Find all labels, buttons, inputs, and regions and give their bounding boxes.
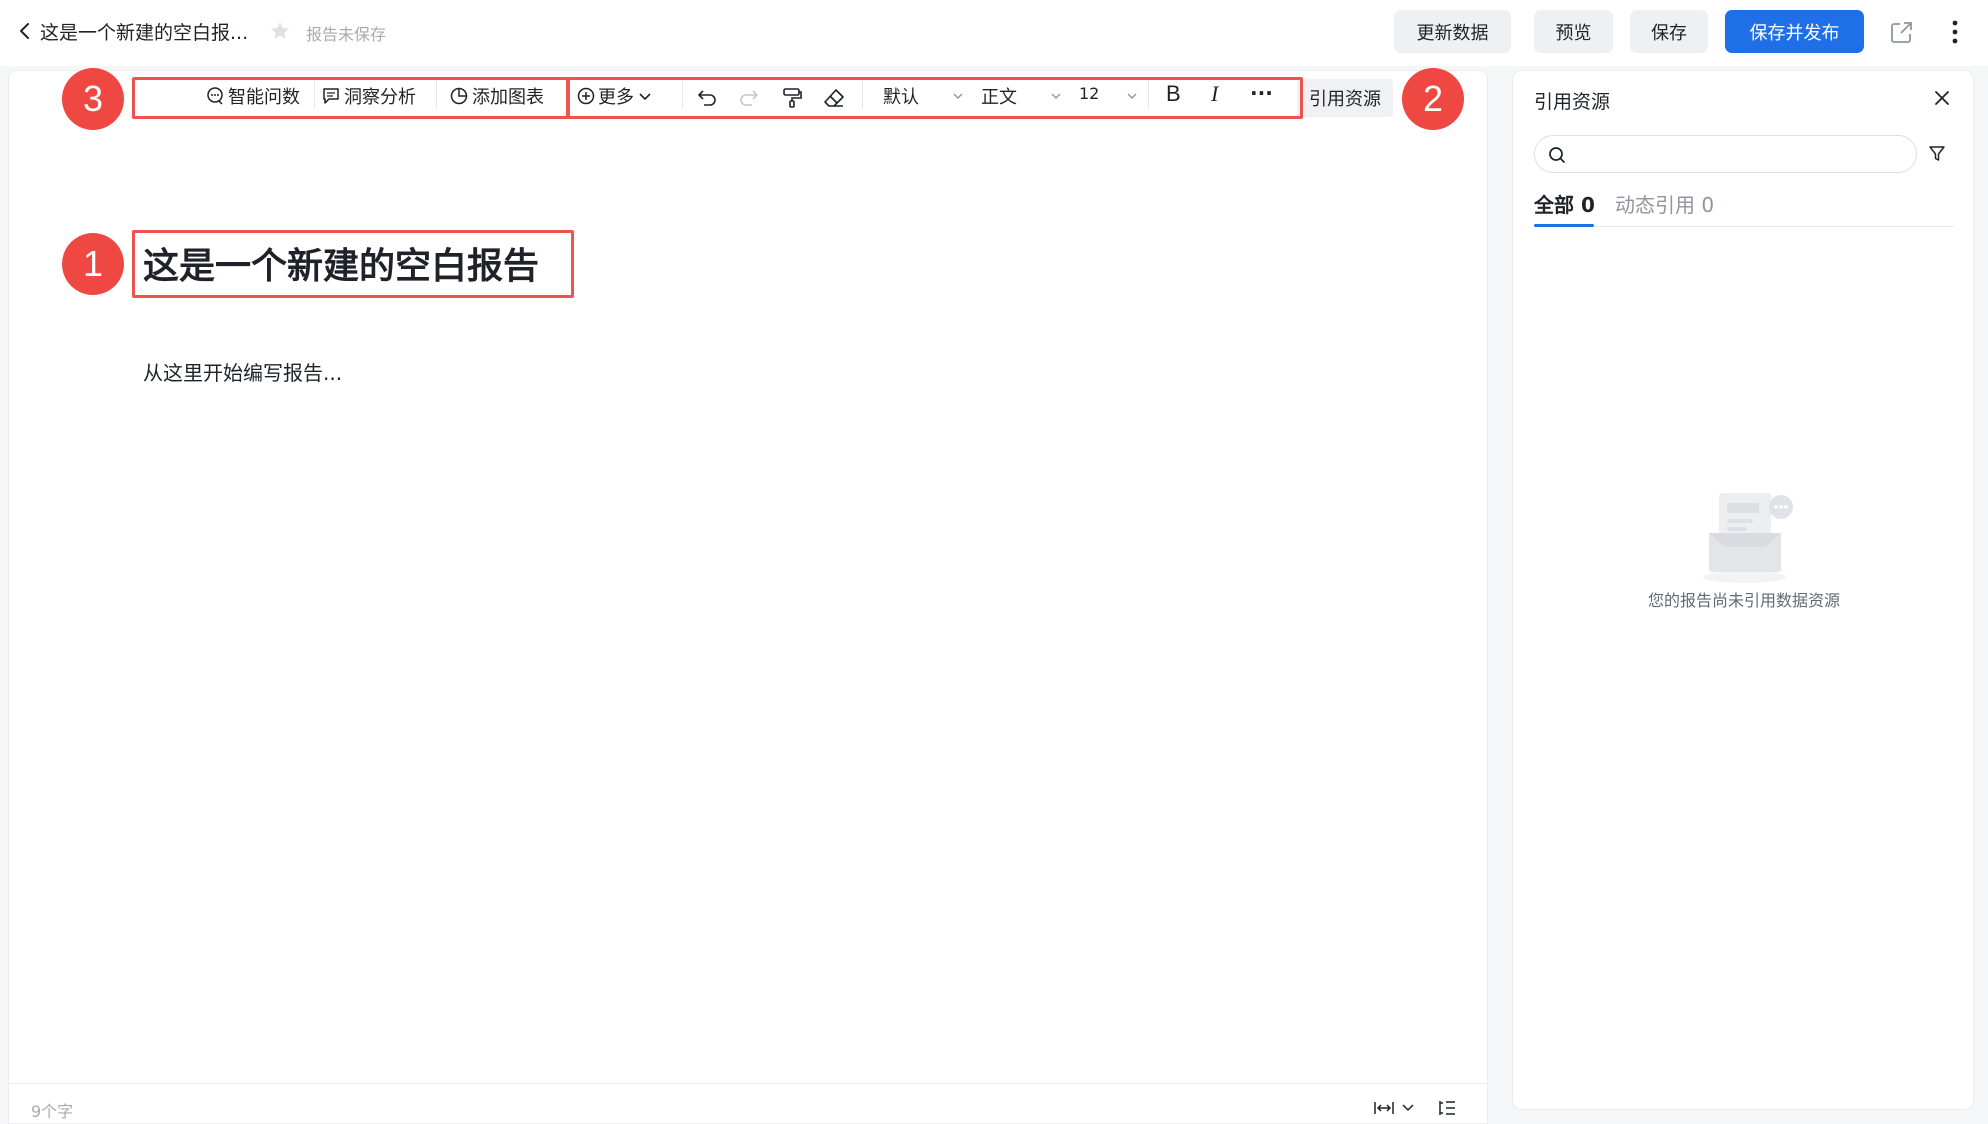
annotation-badge-1: 1 [62, 233, 124, 295]
more-vertical-icon[interactable] [1946, 18, 1964, 46]
top-bar: 这是一个新建的空白报... 报告未保存 更新数据 预览 保存 保存并发布 [0, 0, 1988, 66]
search-box [1534, 135, 1917, 173]
active-tab-indicator [1534, 224, 1594, 227]
preview-button[interactable]: 预览 [1534, 10, 1613, 53]
empty-box-illustration [1703, 493, 1793, 583]
report-title[interactable]: 这是一个新建的空白报告 [143, 237, 539, 289]
tab-all[interactable]: 全部 0 [1534, 189, 1595, 218]
save-publish-button[interactable]: 保存并发布 [1725, 10, 1864, 53]
fit-width-icon[interactable] [1373, 1098, 1419, 1118]
annotation-box-3 [132, 77, 569, 119]
reference-resource-button[interactable]: 引用资源 [1297, 79, 1393, 117]
refresh-data-button[interactable]: 更新数据 [1394, 10, 1511, 53]
search-input[interactable] [1577, 142, 1907, 168]
doc-title[interactable]: 这是一个新建的空白报... [40, 18, 248, 45]
word-count: 9个字 [31, 1102, 74, 1121]
tab-dynamic-reference[interactable]: 动态引用 0 [1615, 189, 1714, 218]
share-icon[interactable] [1889, 20, 1914, 45]
tab-divider [1534, 226, 1954, 227]
empty-state-text: 您的报告尚未引用数据资源 [1647, 591, 1840, 610]
save-status: 报告未保存 [306, 25, 387, 44]
save-button[interactable]: 保存 [1630, 10, 1708, 53]
outline-icon[interactable] [1437, 1098, 1457, 1118]
search-icon [1549, 147, 1565, 163]
close-icon[interactable] [1931, 87, 1953, 109]
editor: 智能问数 洞察分析 添加图表 更多 默认 正文 12 B I ··· 引用资源 … [8, 68, 1488, 1124]
annotation-box-2 [567, 77, 1303, 119]
annotation-badge-2: 2 [1402, 68, 1464, 130]
back-icon[interactable] [14, 19, 36, 43]
editor-footer: 9个字 [9, 1083, 1487, 1124]
star-icon[interactable] [269, 20, 291, 42]
panel-title: 引用资源 [1534, 91, 1611, 113]
reference-panel: 引用资源 全部 0 动态引用 0 您的报告尚未引用数据资源 [1512, 70, 1974, 1110]
filter-icon[interactable] [1927, 143, 1947, 163]
report-body-placeholder[interactable]: 从这里开始编写报告... [143, 357, 342, 386]
annotation-badge-3: 3 [62, 68, 124, 130]
